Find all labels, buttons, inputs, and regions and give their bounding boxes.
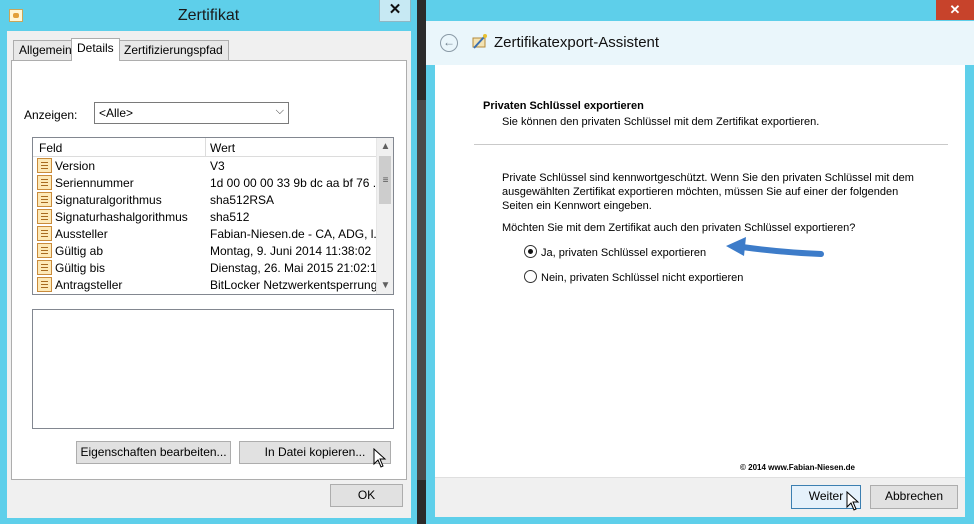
field-detail-box[interactable] [32,309,394,429]
field-list-scrollbar[interactable]: ▲ ≡ ▼ [376,138,393,294]
field-name: Seriennummer [55,176,134,190]
field-value: BitLocker Netzwerkentsperrung [210,278,378,292]
wizard-page: Privaten Schlüssel exportieren Sie könne… [435,65,965,477]
radio-label-yes[interactable]: Ja, privaten Schlüssel exportieren [541,247,706,259]
tab-allgemein[interactable]: Allgemein [13,40,78,60]
copy-to-file-button[interactable]: In Datei kopieren... [239,441,391,464]
mouse-pointer-icon [373,448,387,468]
background-window-edge [417,100,426,480]
column-divider[interactable] [205,138,206,157]
desktop-gap [417,0,426,524]
radio-export-key-yes[interactable] [524,245,537,258]
ok-button[interactable]: OK [330,484,403,507]
field-name: Antragsteller [55,278,123,292]
certificate-title-bar[interactable]: Zertifikat [0,0,417,32]
certificate-field-icon [37,277,52,292]
certificate-field-icon [37,192,52,207]
field-value: sha512 [210,210,250,224]
show-dropdown[interactable]: <Alle> ⌵ [94,102,289,124]
field-name: Signaturalgorithmus [55,193,162,207]
field-name: Aussteller [55,227,108,241]
field-value: 1d 00 00 00 33 9b dc aa bf 76 ... [210,176,383,190]
field-row[interactable]: Gültig bis Dienstag, 26. Mai 2015 21:02:1… [33,259,383,276]
edit-properties-button[interactable]: Eigenschaften bearbeiten... [76,441,231,464]
field-value: sha512RSA [210,193,275,207]
export-question: Möchten Sie mit dem Zertifikat auch den … [502,222,856,234]
close-button[interactable]: ✕ [379,0,411,22]
field-row[interactable]: Aussteller Fabian-Niesen.de - CA, ADG, l.… [33,225,383,242]
scroll-grip-icon: ≡ [382,175,389,186]
show-dropdown-value: <Alle> [99,106,134,120]
field-value: Montag, 9. Juni 2014 11:38:02 [210,244,372,258]
field-row[interactable]: Antragsteller BitLocker Netzwerkentsperru… [33,276,378,293]
field-row[interactable]: Seriennummer 1d 00 00 00 33 9b dc aa bf 7… [33,174,383,191]
chevron-down-icon: ⌵ [275,105,284,117]
back-arrow-icon[interactable]: ← [440,34,458,52]
certificate-dialog-body: Allgemein Details Zertifizierungspfad An… [7,31,411,518]
field-name: Signaturhashalgorithmus [55,210,188,224]
certificate-field-icon [37,209,52,224]
export-wizard-window: ✕ ← Zertifikatexport-Assistent Privaten … [426,0,974,524]
column-header-value[interactable]: Wert [210,141,235,155]
window-title: Zertifikat [177,7,240,24]
certificate-field-icon [37,158,52,173]
radio-label-no[interactable]: Nein, privaten Schlüssel nicht exportier… [541,272,743,284]
info-text: Private Schlüssel sind kennwortgeschützt… [502,172,914,212]
field-list-header: Feld Wert [33,138,376,157]
page-subheading: Sie können den privaten Schlüssel mit de… [502,116,820,128]
certificate-wizard-icon [472,34,487,49]
wizard-header: ← Zertifikatexport-Assistent [426,21,974,65]
radio-export-key-no[interactable] [524,270,537,283]
field-value: V3 [210,159,225,173]
field-row[interactable]: Gültig ab Montag, 9. Juni 2014 11:38:02 [33,242,376,259]
page-heading: Privaten Schlüssel exportieren [483,100,644,112]
field-value: Dienstag, 26. Mai 2015 21:02:14 [210,261,384,275]
tab-details[interactable]: Details [71,38,120,61]
scroll-down-icon[interactable]: ▼ [377,277,393,294]
certificate-field-icon [37,260,52,275]
field-row[interactable]: Signaturalgorithmus sha512RSA [33,191,376,208]
column-header-field[interactable]: Feld [39,141,62,155]
desktop: Zertifikat ✕ Allgemein Details Zertifizi… [0,0,974,524]
show-label: Anzeigen: [24,108,78,122]
close-button[interactable]: ✕ [936,0,974,20]
cancel-button[interactable]: Abbrechen [870,485,958,509]
certificate-window: Zertifikat ✕ Allgemein Details Zertifizi… [0,0,417,524]
copyright-note: © 2014 www.Fabian-Niesen.de [740,463,855,472]
certificate-field-icon [37,175,52,190]
annotation-arrow-icon [726,237,824,257]
tab-zertifizierungspfad[interactable]: Zertifizierungspfad [118,40,229,60]
field-value: Fabian-Niesen.de - CA, ADG, l... [210,227,384,241]
wizard-footer: Weiter Abbrechen [435,477,965,517]
field-list[interactable]: Feld Wert Version V3 Seriennummer 1d 00 00 … [32,137,394,295]
field-name: Gültig bis [55,261,106,275]
divider [474,144,948,145]
field-row[interactable]: Version V3 [33,157,376,174]
details-tab-panel: Anzeigen: <Alle> ⌵ Feld Wert Version V3 Se… [11,60,407,480]
certificate-field-icon [37,243,52,258]
wizard-title: Zertifikatexport-Assistent [494,34,660,51]
certificate-field-icon [37,226,52,241]
field-row[interactable]: Signaturhashalgorithmus sha512 [33,208,376,225]
field-name: Gültig ab [55,244,104,258]
mouse-pointer-icon [846,491,860,511]
field-name: Version [55,159,96,173]
scroll-up-icon[interactable]: ▲ [377,138,393,155]
